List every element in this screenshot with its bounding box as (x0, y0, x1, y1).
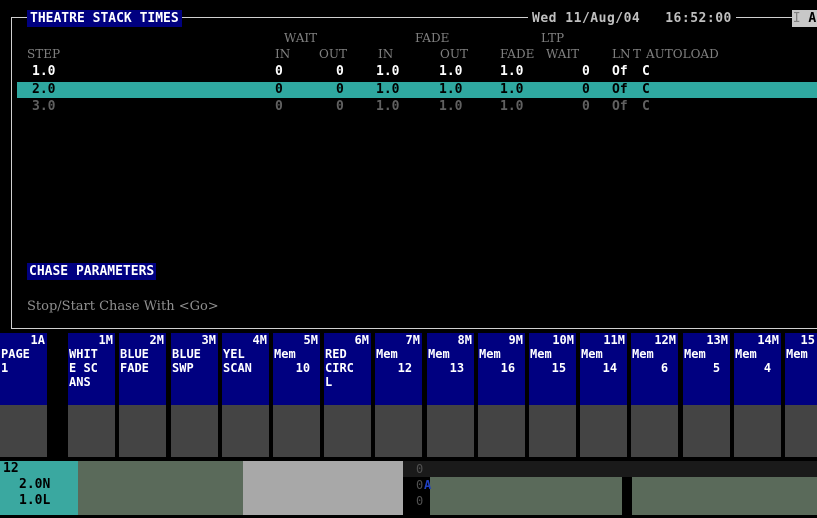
mode-indicator: I A (792, 10, 817, 27)
header-fade-in: IN (378, 47, 394, 61)
chase-hint: Stop/Start Chase With <Go> (27, 299, 219, 314)
fader-level (478, 405, 525, 457)
current-step: 12 (3, 461, 19, 476)
fader-level (0, 405, 47, 457)
header-ltp-group: LTP (541, 31, 565, 45)
header-step: STEP (27, 47, 61, 61)
fader-level (119, 405, 166, 457)
playback-slot-2 (243, 461, 403, 515)
playback-slot-1 (78, 461, 243, 515)
submaster-1m[interactable]: 1M WHIT E SC ANS (68, 333, 115, 457)
submaster-10m[interactable]: 10M Mem 15 (529, 333, 576, 457)
submaster-8m[interactable]: 8M Mem 13 (427, 333, 474, 457)
fader-level (631, 405, 678, 457)
fader-level (427, 405, 474, 457)
submaster-13m[interactable]: 13M Mem 5 (683, 333, 730, 457)
header-fade-out: OUT (440, 47, 468, 61)
fader-level (222, 405, 269, 457)
submaster-6m[interactable]: 6M RED CIRC L (324, 333, 371, 457)
submaster-1a[interactable]: 1A PAGE 1 (0, 333, 47, 457)
submaster-4m[interactable]: 4M YEL SCAN (222, 333, 269, 457)
playback-slot-3 (430, 477, 622, 515)
submaster-2m[interactable]: 2M BLUE FADE (119, 333, 166, 457)
fader-level (273, 405, 320, 457)
fader-level (683, 405, 730, 457)
header-wait-in: IN (275, 47, 291, 61)
fader-level (580, 405, 627, 457)
submaster-15[interactable]: 15 Mem (785, 333, 817, 457)
playback-levels: 0 0 0 (416, 462, 424, 508)
fader-level (324, 405, 371, 457)
fader-level (68, 405, 115, 457)
submaster-5m[interactable]: 5M Mem 10 (273, 333, 320, 457)
current-wait: 1.0L (19, 493, 51, 508)
current-step-status: 12 2.0N 1.0L (0, 461, 78, 515)
time-label: 16:52:00 (665, 11, 732, 26)
header-wait-group: WAIT (284, 31, 318, 45)
playback-slot-3-top (403, 461, 817, 477)
chase-parameters-heading: CHASE PARAMETERS (27, 263, 157, 280)
fader-level (171, 405, 218, 457)
header-ln: LN (612, 47, 631, 61)
header-fade-group: FADE (415, 31, 450, 45)
fader-level (734, 405, 781, 457)
step-row-1[interactable]: 1.0 0 0 1.0 1.0 1.0 0 Of C (17, 64, 817, 80)
header-t: T (633, 47, 642, 61)
current-fade: 2.0N (19, 477, 51, 492)
submaster-12m[interactable]: 12M Mem 6 (631, 333, 678, 457)
fader-level (375, 405, 422, 457)
header-datetime: Wed 11/Aug/04 16:52:00 (528, 10, 736, 27)
header-wait-out: OUT (319, 47, 347, 61)
header-ltp-wait: WAIT (546, 47, 580, 61)
playback-a-label: A (424, 478, 432, 492)
submaster-3m[interactable]: 3M BLUE SWP (171, 333, 218, 457)
fader-level (785, 405, 817, 457)
date-label: Wed 11/Aug/04 (532, 11, 641, 26)
submaster-7m[interactable]: 7M Mem 12 (375, 333, 422, 457)
panel-title: THEATRE STACK TIMES (27, 10, 182, 27)
step-row-3[interactable]: 3.0 0 0 1.0 1.0 1.0 0 Of C (17, 99, 817, 115)
submaster-14m[interactable]: 14M Mem 4 (734, 333, 781, 457)
fader-level (529, 405, 576, 457)
header-autoload: AUTOLOAD (646, 47, 719, 61)
submaster-11m[interactable]: 11M Mem 14 (580, 333, 627, 457)
step-row-2[interactable]: 2.0 0 0 1.0 1.0 1.0 0 Of C (17, 82, 817, 98)
submaster-9m[interactable]: 9M Mem 16 (478, 333, 525, 457)
playback-slot-4 (632, 477, 817, 515)
header-ltp-fade: FADE (500, 47, 535, 61)
